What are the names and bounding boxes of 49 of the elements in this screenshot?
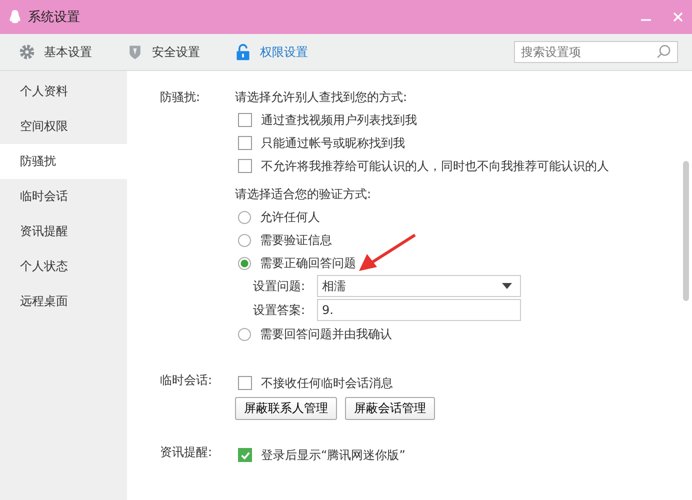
sidebar-item[interactable]: 个人状态 <box>0 249 127 284</box>
gear-icon <box>18 43 36 61</box>
sidebar-item[interactable]: 资讯提醒 <box>0 214 127 249</box>
radio-option[interactable]: 需要验证信息 <box>235 230 609 250</box>
checkbox-option[interactable]: 不接收任何临时会话消息 <box>235 373 435 393</box>
close-icon[interactable] <box>672 11 684 23</box>
window-title: 系统设置 <box>28 9 80 26</box>
radio-button[interactable] <box>238 234 251 246</box>
checkbox[interactable] <box>238 376 252 390</box>
radio-button[interactable] <box>238 256 251 270</box>
sidebar-item[interactable]: 远程桌面 <box>0 284 127 319</box>
tab[interactable]: 权限设置 <box>234 43 308 61</box>
manage-button[interactable]: 屏蔽会话管理 <box>345 397 435 420</box>
field-label: 设置问题: <box>253 278 306 294</box>
checkbox[interactable] <box>238 136 252 150</box>
checkbox[interactable] <box>238 448 252 462</box>
annotation-arrow <box>357 233 417 273</box>
search-field[interactable]: 搜索设置项 <box>514 41 678 63</box>
question-dropdown[interactable]: 相濡 <box>317 275 521 297</box>
scrollbar-thumb[interactable] <box>683 161 689 301</box>
checkbox[interactable] <box>238 113 252 127</box>
sidebar-item[interactable]: 个人资料 <box>0 74 127 109</box>
penguin-icon <box>8 9 22 25</box>
sidebar-item[interactable]: 临时会话 <box>0 179 127 214</box>
section-label: 临时会话: <box>160 372 214 389</box>
radio-option[interactable]: 需要正确回答问题 <box>235 253 609 273</box>
section-label: 防骚扰: <box>160 89 202 106</box>
checkbox[interactable] <box>238 159 252 173</box>
sidebar-item[interactable]: 空间权限 <box>0 109 127 144</box>
answer-field[interactable]: 9. <box>317 299 521 321</box>
tab[interactable]: 安全设置 <box>126 43 200 61</box>
radio-button[interactable] <box>238 328 251 340</box>
checkbox-option[interactable]: 只能通过帐号或昵称找到我 <box>235 133 609 153</box>
dropdown-caret-icon <box>502 283 512 289</box>
field-label: 设置答案: <box>253 302 306 318</box>
sidebar-item[interactable]: 防骚扰 <box>0 144 127 179</box>
checkbox-option[interactable]: 通过查找视频用户列表找到我 <box>235 110 609 130</box>
manage-button[interactable]: 屏蔽联系人管理 <box>235 397 337 420</box>
checkbox-option[interactable]: 不允许将我推荐给可能认识的人，同时也不向我推荐可能认识的人 <box>235 156 609 176</box>
prompt-text: 请选择允许别人查找到您的方式: <box>235 88 408 106</box>
radio-option[interactable]: 允许任何人 <box>235 207 609 227</box>
checkbox-option[interactable]: 登录后显示“腾讯网迷你版” <box>235 445 406 465</box>
section-label: 资讯提醒: <box>160 444 214 461</box>
lock-icon <box>234 43 252 61</box>
search-icon <box>656 44 672 60</box>
radio-button[interactable] <box>238 210 251 224</box>
prompt-text: 请选择适合您的验证方式: <box>235 186 372 202</box>
tab[interactable]: 基本设置 <box>18 43 92 61</box>
radio-option[interactable]: 需要回答问题并由我确认 <box>235 324 609 344</box>
